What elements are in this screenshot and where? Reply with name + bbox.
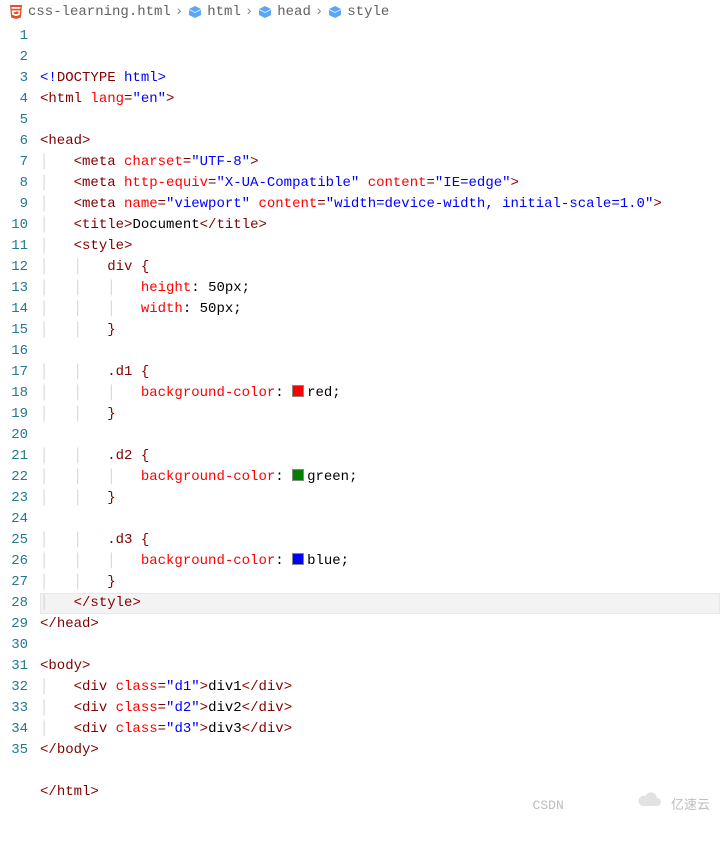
code-line[interactable]: │ │ │ height: 50px; (40, 278, 720, 299)
code-line[interactable]: <html lang="en"> (40, 89, 720, 110)
line-number-gutter: 1234567891011121314151617181920212223242… (0, 24, 40, 845)
code-editor[interactable]: 1234567891011121314151617181920212223242… (0, 24, 720, 845)
code-line[interactable]: │ │ .d3 { (40, 530, 720, 551)
line-number: 24 (0, 509, 28, 530)
line-number: 14 (0, 299, 28, 320)
line-number: 1 (0, 26, 28, 47)
code-line[interactable]: │ <style> (40, 236, 720, 257)
code-line[interactable]: │ │ │ background-color: green; (40, 467, 720, 488)
line-number: 35 (0, 740, 28, 761)
symbol-field-icon (257, 4, 273, 20)
code-line[interactable]: │ │ } (40, 488, 720, 509)
breadcrumb-style-label: style (347, 4, 389, 20)
breadcrumb-head-label: head (277, 4, 311, 20)
line-number: 3 (0, 68, 28, 89)
code-line[interactable] (40, 509, 720, 530)
line-number: 28 (0, 593, 28, 614)
color-swatch[interactable] (292, 469, 304, 481)
code-line[interactable]: </body> (40, 740, 720, 761)
code-line[interactable]: │ │ │ background-color: red; (40, 383, 720, 404)
code-line[interactable]: │ │ } (40, 320, 720, 341)
breadcrumb-style[interactable]: style (327, 4, 389, 20)
breadcrumb[interactable]: css-learning.html › html › head › style (0, 0, 720, 24)
symbol-field-icon (187, 4, 203, 20)
line-number: 8 (0, 173, 28, 194)
line-number: 10 (0, 215, 28, 236)
breadcrumb-file[interactable]: css-learning.html (8, 4, 171, 20)
code-line[interactable]: │ <div class="d2">div2</div> (40, 698, 720, 719)
breadcrumb-head[interactable]: head (257, 4, 311, 20)
watermark-yisu: 亿速云 (671, 795, 710, 816)
line-number: 9 (0, 194, 28, 215)
line-number: 22 (0, 467, 28, 488)
breadcrumb-html[interactable]: html (187, 4, 241, 20)
line-number: 31 (0, 656, 28, 677)
symbol-field-icon (327, 4, 343, 20)
code-line[interactable]: │ <meta charset="UTF-8"> (40, 152, 720, 173)
html5-icon (8, 4, 24, 20)
code-line[interactable]: │ <meta name="viewport" content="width=d… (40, 194, 720, 215)
watermark: CSDN 亿速云 (533, 771, 710, 839)
code-line[interactable]: │ <title>Document</title> (40, 215, 720, 236)
line-number: 21 (0, 446, 28, 467)
line-number: 15 (0, 320, 28, 341)
code-line[interactable]: │ │ .d2 { (40, 446, 720, 467)
code-line[interactable] (40, 635, 720, 656)
cloud-icon (570, 771, 665, 839)
code-line[interactable]: │ │ } (40, 404, 720, 425)
line-number: 20 (0, 425, 28, 446)
code-line[interactable]: <head> (40, 131, 720, 152)
line-number: 5 (0, 110, 28, 131)
line-number: 32 (0, 677, 28, 698)
code-line[interactable]: <body> (40, 656, 720, 677)
code-content[interactable]: <!DOCTYPE html><html lang="en"><head>│ <… (40, 24, 720, 845)
line-number: 11 (0, 236, 28, 257)
watermark-csdn: CSDN (533, 795, 564, 816)
line-number: 16 (0, 341, 28, 362)
code-line[interactable]: │ │ } (40, 572, 720, 593)
line-number: 2 (0, 47, 28, 68)
color-swatch[interactable] (292, 553, 304, 565)
code-line[interactable] (40, 425, 720, 446)
code-line[interactable]: │ </style> (40, 593, 720, 614)
code-line[interactable]: │ │ .d1 { (40, 362, 720, 383)
line-number: 19 (0, 404, 28, 425)
line-number: 33 (0, 698, 28, 719)
code-line[interactable]: │ │ div { (40, 257, 720, 278)
color-swatch[interactable] (292, 385, 304, 397)
code-line[interactable] (40, 341, 720, 362)
code-line[interactable]: │ <meta http-equiv="X-UA-Compatible" con… (40, 173, 720, 194)
line-number: 25 (0, 530, 28, 551)
code-line[interactable]: │ │ │ width: 50px; (40, 299, 720, 320)
line-number: 6 (0, 131, 28, 152)
code-line[interactable]: </head> (40, 614, 720, 635)
line-number: 7 (0, 152, 28, 173)
line-number: 29 (0, 614, 28, 635)
line-number: 34 (0, 719, 28, 740)
code-line[interactable]: │ │ │ background-color: blue; (40, 551, 720, 572)
line-number: 12 (0, 257, 28, 278)
code-line[interactable]: │ <div class="d3">div3</div> (40, 719, 720, 740)
code-line[interactable]: <!DOCTYPE html> (40, 68, 720, 89)
line-number: 30 (0, 635, 28, 656)
chevron-right-icon: › (175, 4, 183, 20)
chevron-right-icon: › (315, 4, 323, 20)
line-number: 23 (0, 488, 28, 509)
line-number: 4 (0, 89, 28, 110)
line-number: 26 (0, 551, 28, 572)
line-number: 18 (0, 383, 28, 404)
line-number: 27 (0, 572, 28, 593)
breadcrumb-file-label: css-learning.html (28, 4, 171, 20)
line-number: 17 (0, 362, 28, 383)
code-line[interactable] (40, 110, 720, 131)
chevron-right-icon: › (245, 4, 253, 20)
code-line[interactable]: │ <div class="d1">div1</div> (40, 677, 720, 698)
line-number: 13 (0, 278, 28, 299)
breadcrumb-html-label: html (207, 4, 241, 20)
